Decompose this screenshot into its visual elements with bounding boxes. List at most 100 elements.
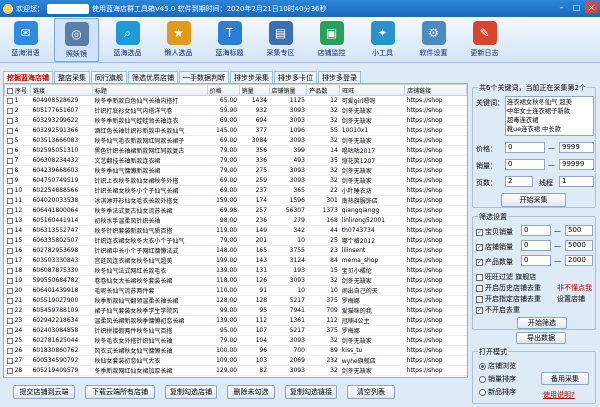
bottom-button-5[interactable]: 复制勾选链接: [285, 385, 337, 399]
row-checkbox[interactable]: [6, 167, 13, 174]
sales-max-input[interactable]: 99999: [559, 159, 594, 170]
price-min-input[interactable]: 0: [505, 142, 545, 153]
table-row[interactable]: 25 602781625044 秋冬毛衣女外搭针织仙气长袖 79.00 104 3093 3…: [4, 335, 467, 346]
toolbar-button-collect[interactable]: ▤ 采集专区: [258, 18, 303, 62]
table-row[interactable]: 8 604239668603 秋冬季仙气慵懒新款长裙 79.00 275 3093 32 剑冬…: [4, 165, 467, 176]
row-checkbox[interactable]: [7, 378, 13, 379]
filter-checkbox-3[interactable]: ✓ 产品数量: [476, 257, 513, 267]
row-checkbox[interactable]: [6, 257, 13, 264]
bottom-button-4[interactable]: 删除未勾选: [227, 385, 275, 399]
row-checkbox[interactable]: [6, 357, 13, 364]
row-checkbox[interactable]: [6, 317, 13, 324]
table-row[interactable]: 3 603293299622 秋冬季新款仙气蛙蛙领长袖连衣 69.00 694 3093 3…: [4, 115, 467, 126]
table-row[interactable]: 18 606087875330 秋冬仙气法式网红长款毛衣 139.00 131 193 15…: [4, 265, 467, 276]
tab-4[interactable]: 筛选优质店铺: [128, 71, 178, 83]
table-row[interactable]: 22 605459788109 裙子仙气套装女秋季学生学院风 99.00 95 7941 7…: [4, 305, 467, 316]
table-row[interactable]: 29 6054644694432019年新款毛衣长款过膝仙气119.0092207…: [4, 375, 467, 379]
tab-5[interactable]: 一手数据判断: [179, 71, 229, 83]
row-checkbox[interactable]: [6, 117, 13, 124]
table-row[interactable]: 15 606335802507 针织连衣裙女秋冬大衣小个子仙气 79.00 201 10 2…: [4, 235, 467, 246]
toolbar-button-mirror[interactable]: ◎ 照妖镜: [54, 18, 99, 62]
table-row[interactable]: 9 604750749519 针织上衣秋冬款仙女裙秋冬外搭 69.00 259 3093 3…: [4, 175, 467, 186]
row-checkbox[interactable]: [6, 337, 13, 344]
table-row[interactable]: 5 603513666083 秋冬仙气毛衣新款网红同款长裙子 69.00 3084 309…: [4, 135, 467, 146]
column-header[interactable]: 序号: [4, 84, 31, 96]
option-checkbox-1[interactable]: 旺旺过滤 旗舰店: [476, 272, 536, 282]
toolbar-button-title[interactable]: T 蓝海标题: [207, 18, 252, 62]
row-checkbox[interactable]: [6, 177, 13, 184]
row-checkbox[interactable]: [6, 307, 13, 314]
row-checkbox[interactable]: [6, 297, 13, 304]
table-row[interactable]: 14 606313552747 秋冬针织套装新款仙气质百搭 119.00 149 342 4…: [4, 225, 467, 236]
start-filter-button[interactable]: 开始筛选: [517, 317, 567, 329]
maximize-button[interactable]: □: [570, 2, 583, 13]
table-row[interactable]: 23 602942218634 温柔风长裙新款秋季慵懒初恋长裙 139.00 112 13…: [4, 315, 467, 326]
start-collect-button[interactable]: 开始采集: [501, 193, 566, 207]
row-checkbox[interactable]: [6, 187, 13, 194]
table-row[interactable]: 2 605177651607 针织打底衫女仙气内搭洋气卷 59.90 932 3093 32…: [4, 105, 467, 116]
filter-min-input[interactable]: 0: [521, 240, 551, 251]
filter-checkbox-1[interactable]: ✓ 宝贝销量: [476, 227, 513, 237]
row-checkbox[interactable]: [6, 347, 13, 354]
row-checkbox[interactable]: [6, 227, 13, 234]
table-row[interactable]: 16 602782953698 针织裙中长小个子网红慵懒法式 148.00 165 375…: [4, 245, 467, 256]
help-link[interactable]: 使用说明?: [543, 390, 575, 400]
minimize-button[interactable]: –: [555, 2, 568, 13]
filter-checkbox-2[interactable]: ✓ 店铺销量: [476, 242, 513, 252]
option-note-link[interactable]: 设置店铺: [557, 294, 585, 304]
price-max-input[interactable]: 9999: [559, 142, 594, 153]
column-header[interactable]: 产品数: [306, 84, 341, 96]
row-checkbox[interactable]: [6, 267, 13, 274]
thread-input[interactable]: 1: [559, 176, 594, 187]
row-checkbox[interactable]: [6, 287, 13, 294]
toolbar-button-gear[interactable]: ⚙ 软件设置: [411, 18, 456, 62]
bottom-button-3[interactable]: 复制勾选店铺: [165, 385, 217, 399]
table-row[interactable]: 19 599550684782 卷卷仙女大长裙秋冬套装长裙 118.00 126 3093…: [4, 275, 467, 286]
toolbar-button-log[interactable]: ✎ 更新日志: [462, 18, 507, 62]
tab-6[interactable]: 排步步采集: [230, 71, 273, 83]
option-checkbox-3[interactable]: 开启指定店铺去重: [476, 294, 541, 304]
bottom-button-2[interactable]: 下载云端所有店铺: [85, 385, 155, 399]
toolbar-button-tool[interactable]: ✦ 小工具: [360, 18, 405, 62]
option-checkbox-4[interactable]: ✓ 不开启去重: [476, 305, 520, 315]
row-checkbox[interactable]: [6, 237, 13, 244]
row-checkbox[interactable]: [6, 247, 13, 254]
toolbar-button-search[interactable]: ⌕ 蓝海选品: [105, 18, 150, 62]
table-row[interactable]: 26 601830860762 风衣式长裙秋女仙气慵懒长袖 100.00 96 700 89…: [4, 345, 467, 356]
option-note-link[interactable]: 非不懂点我: [557, 283, 592, 293]
toolbar-button-chat[interactable]: ✉ 蓝海消语: [3, 18, 48, 62]
column-header[interactable]: 店铺销量: [268, 84, 308, 96]
row-checkbox[interactable]: [6, 327, 13, 334]
bottom-button-6[interactable]: 清空列表: [347, 385, 395, 399]
filter-max-input[interactable]: 5000: [565, 240, 593, 251]
column-header[interactable]: 旺旺: [339, 84, 406, 96]
row-checkbox[interactable]: [6, 127, 13, 134]
table-row[interactable]: 21 605519027900 秋季新款仙气翻领温柔长袖长裙 128.00 128 521…: [4, 295, 467, 306]
table-row[interactable]: 13 605160441914 初秋水手温柔风针织长袖 98.00 236 279 168 l…: [4, 215, 467, 226]
filter-max-input[interactable]: 2000: [565, 255, 593, 266]
backup-collect-button[interactable]: 备用采集: [541, 372, 589, 385]
table-row[interactable]: 7 606308234432 文艺翻挂长袖新款连衣裙 79.00 336 493 35 煊花笑…: [4, 155, 467, 166]
page-input[interactable]: 2: [505, 176, 533, 187]
close-button[interactable]: ×: [585, 2, 598, 13]
table-row[interactable]: 17 603503330843 宫廷风连衣裙女秋冬仙气超美 199.00 143 3124…: [4, 255, 467, 266]
row-checkbox[interactable]: [6, 207, 13, 214]
tab-3[interactable]: 同行旗舰: [91, 71, 127, 83]
open-mode-radio-2[interactable]: 销量排序: [479, 374, 516, 384]
select-all-checkbox[interactable]: [7, 88, 13, 94]
results-table[interactable]: 序号 链接 标题 价格 销量 店铺销量 产品数 旺旺 店铺链接 1 604908528629 秋冬季…: [3, 83, 468, 378]
row-checkbox[interactable]: [6, 367, 13, 374]
tab-7[interactable]: 排步多卡位: [274, 71, 317, 83]
option-checkbox-2[interactable]: 开启历史店铺去重: [476, 283, 541, 293]
row-checkbox[interactable]: [6, 277, 13, 284]
keyword-textarea[interactable]: 连衣裙女秋冬仙气 超美 中年女士连衣裙子新款 超毒连衣裙 靴ue连衣裙 中长款: [505, 96, 594, 136]
column-header[interactable]: 店铺链接: [404, 84, 467, 96]
export-data-button[interactable]: 导出数据: [516, 332, 566, 344]
row-checkbox[interactable]: [6, 107, 13, 114]
table-row[interactable]: 1 604908528629 秋冬季新款白色仙气长袖内搭打 65.00 1434 1125…: [4, 95, 467, 106]
table-row[interactable]: 12 606441800064 秋冬季法式复古仙女流苏长裙 69.98 257 56307…: [4, 205, 467, 216]
column-header[interactable]: 价格: [206, 84, 240, 96]
open-mode-radio-1[interactable]: 店铺浏览: [479, 361, 516, 371]
column-header[interactable]: 标题: [91, 84, 208, 96]
table-row[interactable]: 4 603292591366 酒红色长袖针织衫新款中长款仙气 145.00 377 109…: [4, 125, 467, 136]
